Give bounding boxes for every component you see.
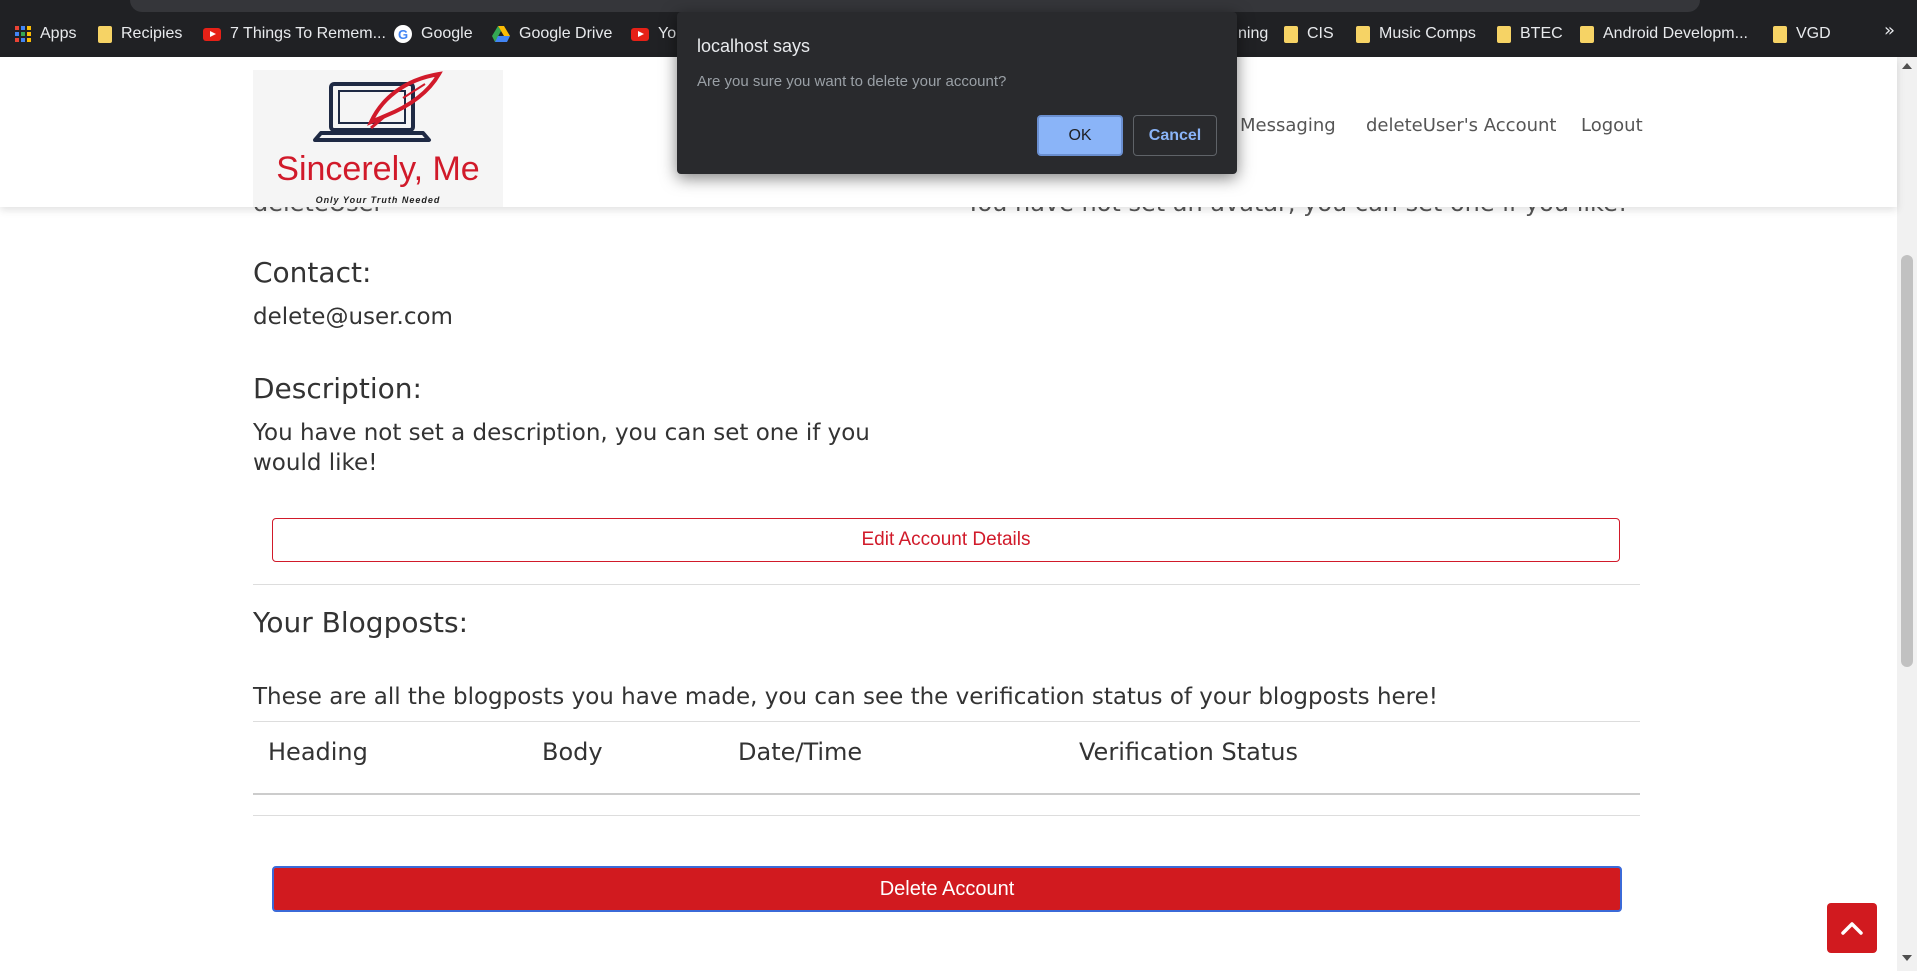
logo-title: Sincerely, Me (276, 150, 480, 188)
bookmark-android[interactable]: Android Developm... (1580, 22, 1748, 46)
folder-icon (1284, 25, 1298, 43)
bookmark-label: Google Drive (519, 25, 613, 42)
divider (253, 584, 1640, 585)
folder-icon (1580, 25, 1594, 43)
dialog-ok-button[interactable]: OK (1037, 115, 1123, 156)
site-logo[interactable]: Sincerely, Me Only Your Truth Needed (253, 70, 503, 207)
bookmark-label: Yo (658, 25, 677, 42)
scroll-up-icon[interactable] (1902, 63, 1912, 69)
google-icon: G (394, 25, 412, 43)
youtube-icon (203, 27, 221, 41)
laptop-quill-icon (313, 71, 443, 142)
folder-icon (1356, 25, 1370, 43)
scroll-thumb[interactable] (1901, 255, 1913, 667)
description-value: You have not set a description, you can … (253, 420, 870, 476)
bookmark-google[interactable]: G Google (394, 22, 473, 46)
bookmark-recipies[interactable]: Recipies (98, 22, 182, 46)
dialog-title: localhost says (697, 36, 811, 56)
column-header-body: Body (542, 738, 603, 766)
scroll-to-top-button[interactable] (1827, 903, 1877, 953)
edit-account-button[interactable]: Edit Account Details (272, 518, 1620, 562)
apps-grid-icon (15, 26, 31, 42)
confirm-dialog: localhost says Are you sure you want to … (677, 12, 1237, 174)
folder-icon (1773, 25, 1787, 43)
bookmark-btec[interactable]: BTEC (1497, 22, 1563, 46)
table-top-border (253, 721, 1640, 722)
bookmark-label: Recipies (121, 25, 183, 42)
description-label: Description: (253, 372, 422, 405)
column-header-verification: Verification Status (1079, 738, 1298, 766)
table-bottom-border (253, 815, 1640, 816)
folder-icon (98, 25, 112, 43)
contact-value: delete@user.com (253, 304, 453, 330)
bookmarks-overflow-icon[interactable]: » (1884, 20, 1895, 41)
blogposts-heading: Your Blogposts: (253, 606, 469, 639)
folder-icon (1497, 25, 1511, 43)
contact-label: Contact: (253, 256, 372, 289)
bookmark-7-things[interactable]: 7 Things To Remem... (203, 22, 386, 46)
blogposts-intro: These are all the blogposts you have mad… (253, 684, 1439, 710)
nav-account[interactable]: deleteUser's Account (1366, 115, 1556, 136)
column-header-datetime: Date/Time (738, 738, 863, 766)
page-scrollbar[interactable] (1897, 57, 1917, 971)
nav-messaging[interactable]: Messaging (1240, 115, 1336, 136)
bookmark-label: VGD (1796, 25, 1831, 42)
bookmark-label: 7 Things To Remem... (230, 25, 386, 42)
table-header-border (253, 793, 1640, 795)
bookmark-label: CIS (1307, 25, 1334, 42)
youtube-icon (631, 27, 649, 41)
logo-tagline: Only Your Truth Needed (315, 195, 441, 205)
dialog-message: Are you sure you want to delete your acc… (697, 73, 1007, 90)
bookmark-google-drive[interactable]: Google Drive (492, 22, 612, 46)
bookmark-ning[interactable]: ning (1238, 22, 1268, 46)
drive-icon (492, 26, 510, 42)
bookmark-label: Google (421, 25, 473, 42)
bookmark-label: Music Comps (1379, 25, 1476, 42)
bookmark-cis[interactable]: CIS (1284, 22, 1334, 46)
bookmark-label: ning (1238, 25, 1269, 42)
bookmark-label: BTEC (1520, 25, 1563, 42)
delete-account-button[interactable]: Delete Account (272, 866, 1622, 912)
bookmark-vgd[interactable]: VGD (1773, 22, 1831, 46)
bookmark-music-comps[interactable]: Music Comps (1356, 22, 1476, 46)
chevron-up-icon (1841, 922, 1863, 935)
bookmark-youtube[interactable]: Yo (631, 22, 676, 46)
nav-logout[interactable]: Logout (1581, 115, 1643, 136)
address-bar[interactable] (130, 0, 1700, 12)
bookmark-label: Android Developm... (1603, 25, 1748, 42)
column-header-heading: Heading (268, 738, 368, 766)
bookmark-apps[interactable]: Apps (15, 22, 76, 46)
scroll-down-icon[interactable] (1902, 955, 1912, 961)
dialog-cancel-button[interactable]: Cancel (1133, 115, 1217, 156)
bookmark-label: Apps (40, 25, 77, 42)
